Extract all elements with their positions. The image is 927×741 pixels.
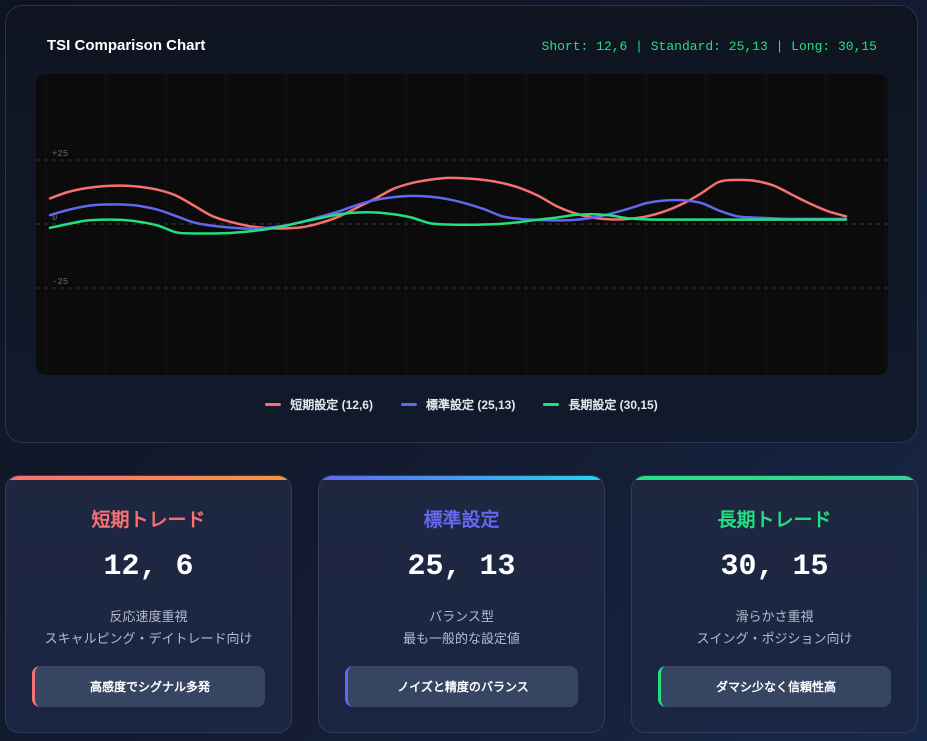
chart-params: Short: 12,6 | Standard: 25,13 | Long: 30… — [541, 39, 877, 54]
chart-panel: TSI Comparison Chart Short: 12,6 | Stand… — [5, 5, 918, 443]
legend-label-long: 長期設定 (30,15) — [568, 398, 658, 412]
card-accent-bar — [6, 476, 291, 480]
card-description: バランス型 最も一般的な設定値 — [319, 607, 604, 651]
chart-title: TSI Comparison Chart — [47, 37, 206, 54]
card-values: 25, 13 — [407, 550, 516, 584]
card-accent-bar — [632, 476, 917, 480]
card-short: 短期トレード 12, 6 反応速度重視 スキャルピング・デイトレード向け 高感度… — [5, 475, 292, 733]
tsi-chart: +250-25 — [36, 74, 888, 375]
card-tag: ダマシ少なく信頼性高 — [658, 666, 891, 707]
card-title: 標準設定 — [423, 509, 500, 531]
series-line-long — [48, 211, 848, 235]
card-desc-line-1: 滑らかさ重視 — [735, 610, 814, 625]
card-desc-line-1: バランス型 — [429, 610, 494, 625]
card-tag: 高感度でシグナル多発 — [32, 666, 265, 707]
card-values: 30, 15 — [720, 550, 829, 584]
card-standard: 標準設定 25, 13 バランス型 最も一般的な設定値 ノイズと精度のバランス — [318, 475, 605, 733]
y-tick-label: +25 — [52, 149, 68, 159]
card-values: 12, 6 — [103, 550, 194, 584]
legend-label-short: 短期設定 (12,6) — [290, 398, 373, 412]
legend-item-standard[interactable]: 標準設定 (25,13) — [400, 396, 516, 413]
plot-area: +25 0 -25 — [36, 74, 888, 375]
legend-item-long[interactable]: 長期設定 (30,15) — [543, 396, 658, 413]
card-tag: ノイズと精度のバランス — [345, 666, 578, 707]
card-desc-line-2: スイング・ポジション向け — [696, 632, 853, 647]
card-accent-bar — [319, 476, 604, 480]
card-title: 短期トレード — [91, 509, 206, 531]
legend-label-standard: 標準設定 (25,13) — [425, 398, 516, 412]
card-desc-line-2: 最も一般的な設定値 — [402, 632, 520, 647]
card-title: 長期トレード — [717, 509, 832, 531]
card-description: 反応速度重視 スキャルピング・デイトレード向け — [6, 607, 291, 651]
card-desc-line-1: 反応速度重視 — [109, 610, 188, 625]
legend: 短期設定 (12,6) 標準設定 (25,13) 長期設定 (30,15) — [6, 396, 917, 413]
y-tick-label: -25 — [52, 277, 68, 287]
card-description: 滑らかさ重視 スイング・ポジション向け — [632, 607, 917, 651]
legend-swatch-long — [543, 403, 560, 406]
card-desc-line-2: スキャルピング・デイトレード向け — [44, 632, 253, 647]
legend-swatch-short — [265, 403, 282, 406]
card-long: 長期トレード 30, 15 滑らかさ重視 スイング・ポジション向け ダマシ少なく… — [631, 475, 918, 733]
legend-swatch-standard — [400, 403, 417, 406]
legend-item-short[interactable]: 短期設定 (12,6) — [265, 396, 373, 413]
